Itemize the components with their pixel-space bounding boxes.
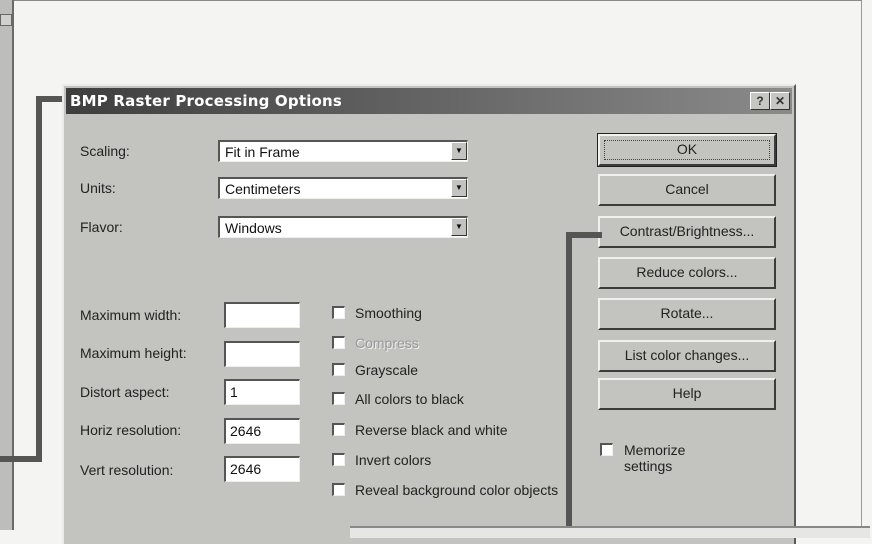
callout-line-left-bottom — [0, 456, 42, 462]
rotate-button[interactable]: Rotate... — [598, 298, 776, 330]
scaling-value: Fit in Frame — [225, 144, 300, 160]
compress-label: Compress — [355, 335, 419, 351]
flavor-select[interactable]: Windows ▼ — [218, 216, 468, 238]
max-width-label: Maximum width: — [80, 307, 182, 323]
scaling-select[interactable]: Fit in Frame ▼ — [218, 140, 468, 162]
units-value: Centimeters — [225, 181, 301, 197]
checkbox-box[interactable] — [332, 453, 345, 466]
contrast-brightness-button[interactable]: Contrast/Brightness... — [598, 216, 776, 248]
help-label: Help — [672, 385, 702, 401]
focus-rect — [604, 140, 770, 160]
smoothing-label: Smoothing — [355, 305, 422, 321]
scaling-label: Scaling: — [80, 143, 130, 159]
distort-aspect-input[interactable]: 1 — [224, 379, 300, 405]
checkbox-box — [332, 336, 345, 349]
title-bar[interactable]: BMP Raster Processing Options ? ✕ — [66, 88, 792, 114]
dialog-title: BMP Raster Processing Options — [70, 92, 343, 110]
reduce-colors-label: Reduce colors... — [636, 264, 738, 280]
memorize-settings-label: Memorize settings — [624, 442, 686, 474]
reveal-bg-label: Reveal background color objects — [355, 482, 559, 498]
ok-button[interactable]: OK — [597, 133, 777, 167]
help-button[interactable]: Help — [598, 378, 776, 410]
list-color-changes-button[interactable]: List color changes... — [598, 340, 776, 372]
vert-resolution-input[interactable]: 2646 — [224, 456, 300, 482]
grayscale-label: Grayscale — [355, 362, 419, 378]
vert-resolution-label: Vert resolution: — [80, 462, 174, 478]
reverse-bw-label: Reverse black and white — [355, 422, 508, 438]
distort-aspect-value: 1 — [230, 384, 238, 400]
max-height-input[interactable] — [224, 341, 300, 367]
all-colors-black-label: All colors to black — [355, 391, 464, 407]
horiz-resolution-label: Horiz resolution: — [80, 422, 182, 438]
max-width-input[interactable] — [224, 302, 300, 328]
flavor-label: Flavor: — [80, 219, 123, 235]
distort-aspect-label: Distort aspect: — [80, 384, 170, 400]
cancel-button[interactable]: Cancel — [598, 174, 776, 206]
chevron-down-icon[interactable]: ▼ — [451, 179, 467, 197]
checkbox-box[interactable] — [332, 306, 345, 319]
close-button[interactable]: ✕ — [770, 92, 790, 110]
rotate-label: Rotate... — [660, 305, 714, 321]
horiz-resolution-value: 2646 — [230, 423, 262, 439]
reduce-colors-button[interactable]: Reduce colors... — [598, 257, 776, 289]
help-title-button[interactable]: ? — [750, 92, 770, 110]
flavor-value: Windows — [225, 220, 282, 236]
horiz-resolution-input[interactable]: 2646 — [224, 418, 300, 444]
chevron-down-icon[interactable]: ▼ — [451, 218, 467, 236]
checkbox-box[interactable] — [332, 423, 345, 436]
list-color-changes-label: List color changes... — [624, 347, 750, 363]
checkbox-box[interactable] — [600, 443, 613, 456]
bmp-options-dialog: BMP Raster Processing Options ? ✕ Scalin… — [62, 84, 796, 544]
max-height-label: Maximum height: — [80, 345, 187, 361]
sub-window-edge — [350, 526, 870, 538]
chevron-down-icon[interactable]: ▼ — [451, 142, 467, 160]
callout-line-left-vertical — [36, 96, 42, 462]
vert-resolution-value: 2646 — [230, 461, 262, 477]
cancel-label: Cancel — [665, 181, 709, 197]
units-label: Units: — [80, 180, 116, 196]
units-select[interactable]: Centimeters ▼ — [218, 177, 468, 199]
invert-colors-label: Invert colors — [355, 452, 432, 468]
checkbox-box[interactable] — [332, 363, 345, 376]
window-corner-icon — [0, 14, 12, 26]
background-window-edge — [0, 0, 14, 530]
checkbox-box[interactable] — [332, 483, 345, 496]
contrast-brightness-label: Contrast/Brightness... — [619, 223, 755, 239]
callout-line-right-vertical — [566, 232, 572, 530]
checkbox-box[interactable] — [332, 392, 345, 405]
